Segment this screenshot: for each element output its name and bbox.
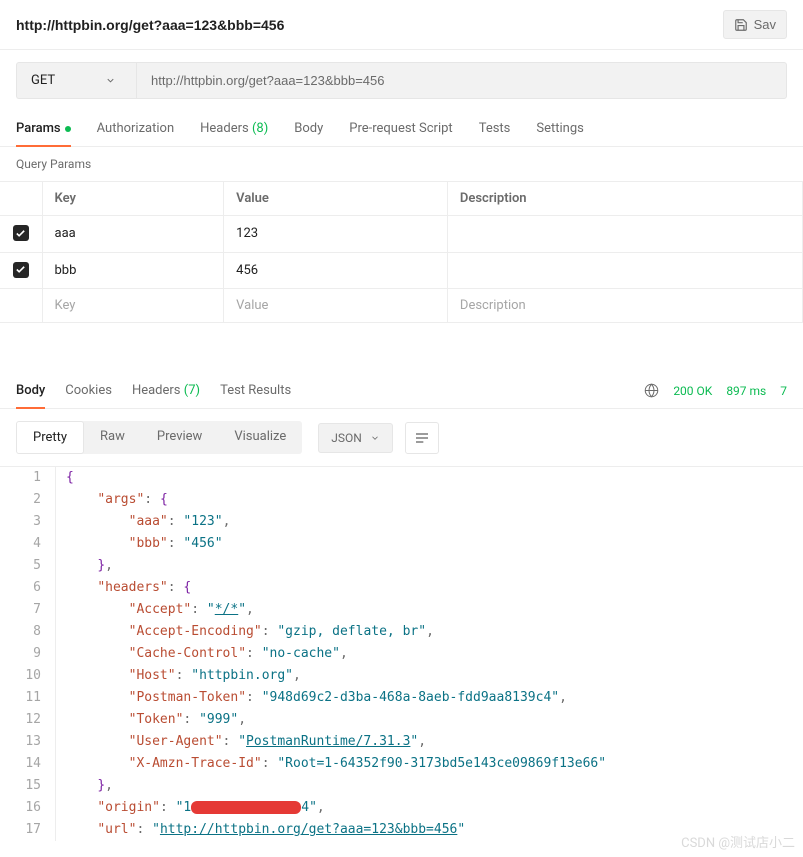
param-desc-field[interactable] (447, 216, 802, 253)
view-raw[interactable]: Raw (84, 421, 141, 454)
request-title-input[interactable] (16, 17, 711, 33)
col-description: Description (447, 182, 802, 216)
tab-headers[interactable]: Headers (8) (200, 111, 268, 146)
param-value-field[interactable]: 123 (224, 216, 448, 253)
resp-tab-headers[interactable]: Headers (7) (132, 373, 200, 408)
query-params-table: Key Value Description aaa 123 bbb 456 Ke… (0, 181, 803, 323)
response-size: 7 (780, 384, 787, 398)
tab-settings[interactable]: Settings (536, 111, 583, 146)
resp-tab-test-results[interactable]: Test Results (220, 373, 291, 408)
language-label: JSON (331, 431, 362, 445)
url-input[interactable] (136, 62, 787, 99)
col-value: Value (224, 182, 448, 216)
params-modified-dot (65, 126, 71, 132)
param-checkbox[interactable] (13, 225, 29, 241)
language-select[interactable]: JSON (318, 423, 393, 453)
tab-prerequest[interactable]: Pre-request Script (349, 111, 452, 146)
view-preview[interactable]: Preview (141, 421, 218, 454)
param-checkbox[interactable] (13, 262, 29, 278)
param-value-placeholder[interactable]: Value (224, 289, 448, 323)
table-row-placeholder: Key Value Description (0, 289, 803, 323)
globe-icon[interactable] (644, 383, 659, 398)
save-button[interactable]: Sav (723, 10, 787, 39)
view-visualize[interactable]: Visualize (218, 421, 302, 454)
response-body-viewer[interactable]: 1{ 2 "args": { 3 "aaa": "123", 4 "bbb": … (0, 466, 803, 841)
status-code: 200 OK (673, 384, 712, 398)
col-key: Key (42, 182, 224, 216)
save-label: Sav (754, 17, 776, 32)
chevron-down-icon (370, 433, 380, 443)
resp-tab-body[interactable]: Body (16, 373, 45, 408)
table-row: bbb 456 (0, 252, 803, 289)
chevron-down-icon (105, 75, 116, 86)
save-icon (734, 18, 748, 32)
param-key-field[interactable]: aaa (42, 216, 224, 253)
http-method-select[interactable]: GET (16, 62, 136, 99)
tab-params[interactable]: Params (16, 111, 71, 146)
param-desc-placeholder[interactable]: Description (447, 289, 802, 323)
table-row: aaa 123 (0, 216, 803, 253)
http-method-label: GET (31, 73, 55, 88)
param-key-placeholder[interactable]: Key (42, 289, 224, 323)
resp-tab-cookies[interactable]: Cookies (65, 373, 112, 408)
view-pretty[interactable]: Pretty (16, 421, 84, 454)
param-key-field[interactable]: bbb (42, 252, 224, 289)
redacted-origin (191, 801, 301, 814)
tab-body[interactable]: Body (294, 111, 323, 146)
view-mode-toggle: Pretty Raw Preview Visualize (16, 421, 302, 454)
param-value-field[interactable]: 456 (224, 252, 448, 289)
query-params-heading: Query Params (0, 147, 803, 181)
wrap-lines-button[interactable] (405, 422, 439, 454)
tab-authorization[interactable]: Authorization (97, 111, 175, 146)
response-time: 897 ms (726, 384, 766, 398)
param-desc-field[interactable] (447, 252, 802, 289)
tab-tests[interactable]: Tests (479, 111, 511, 146)
